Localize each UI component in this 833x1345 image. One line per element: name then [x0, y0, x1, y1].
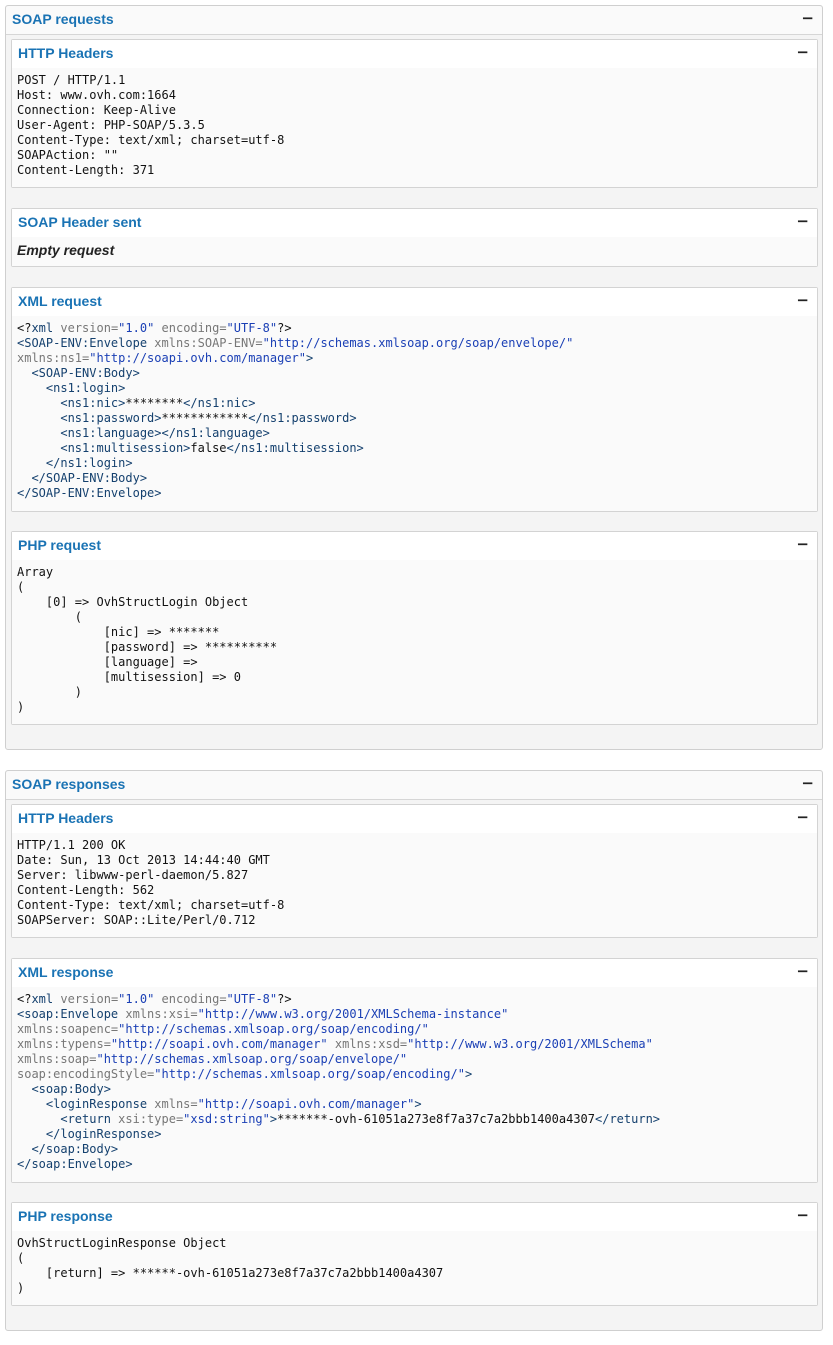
collapse-icon[interactable]: − — [796, 1206, 809, 1224]
xml-request-text: <?xml version="1.0" encoding="UTF-8"?> <… — [17, 321, 574, 500]
xml-request-header[interactable]: XML request − — [12, 288, 817, 317]
request-http-headers-text: POST / HTTP/1.1 Host: www.ovh.com:1664 C… — [17, 73, 285, 177]
soap-responses-panel: SOAP responses − HTTP Headers − HTTP/1.1… — [5, 770, 823, 1331]
soap-responses-title: SOAP responses — [12, 776, 126, 792]
xml-request-panel: XML request − <?xml version="1.0" encodi… — [11, 287, 818, 512]
collapse-icon[interactable]: − — [796, 535, 809, 553]
collapse-icon[interactable]: − — [801, 9, 814, 27]
request-http-headers-title: HTTP Headers — [18, 45, 114, 61]
collapse-icon[interactable]: − — [796, 808, 809, 826]
php-response-text: OvhStructLoginResponse Object ( [return]… — [17, 1236, 444, 1295]
xml-response-header[interactable]: XML response − — [12, 959, 817, 988]
response-http-headers-title: HTTP Headers — [18, 810, 114, 826]
xml-request-title: XML request — [18, 293, 102, 309]
soap-header-sent-title: SOAP Header sent — [18, 214, 142, 230]
collapse-icon[interactable]: − — [796, 43, 809, 61]
xml-response-panel: XML response − <?xml version="1.0" encod… — [11, 958, 818, 1183]
php-request-title: PHP request — [18, 537, 101, 553]
php-request-header[interactable]: PHP request − — [12, 532, 817, 561]
soap-header-sent-header[interactable]: SOAP Header sent − — [12, 209, 817, 238]
collapse-icon[interactable]: − — [801, 774, 814, 792]
request-http-headers-header[interactable]: HTTP Headers − — [12, 40, 817, 69]
soap-requests-title: SOAP requests — [12, 11, 114, 27]
php-response-header[interactable]: PHP response − — [12, 1203, 817, 1232]
request-http-headers-panel: HTTP Headers − POST / HTTP/1.1 Host: www… — [11, 39, 818, 188]
php-request-panel: PHP request − Array ( [0] => OvhStructLo… — [11, 531, 818, 725]
soap-requests-panel: SOAP requests − HTTP Headers − POST / HT… — [5, 5, 823, 750]
collapse-icon[interactable]: − — [796, 212, 809, 230]
response-http-headers-text: HTTP/1.1 200 OK Date: Sun, 13 Oct 2013 1… — [17, 838, 285, 927]
xml-response-title: XML response — [18, 964, 114, 980]
soap-responses-header[interactable]: SOAP responses − — [6, 771, 822, 800]
php-response-panel: PHP response − OvhStructLoginResponse Ob… — [11, 1202, 818, 1306]
php-response-title: PHP response — [18, 1208, 113, 1224]
response-http-headers-panel: HTTP Headers − HTTP/1.1 200 OK Date: Sun… — [11, 804, 818, 938]
xml-response-text: <?xml version="1.0" encoding="UTF-8"?> <… — [17, 992, 661, 1171]
collapse-icon[interactable]: − — [796, 962, 809, 980]
soap-header-sent-panel: SOAP Header sent − Empty request — [11, 208, 818, 267]
response-http-headers-header[interactable]: HTTP Headers − — [12, 805, 817, 834]
collapse-icon[interactable]: − — [796, 291, 809, 309]
soap-requests-header[interactable]: SOAP requests − — [6, 6, 822, 35]
empty-request-text: Empty request — [17, 242, 115, 258]
php-request-text: Array ( [0] => OvhStructLogin Object ( [… — [17, 565, 278, 714]
